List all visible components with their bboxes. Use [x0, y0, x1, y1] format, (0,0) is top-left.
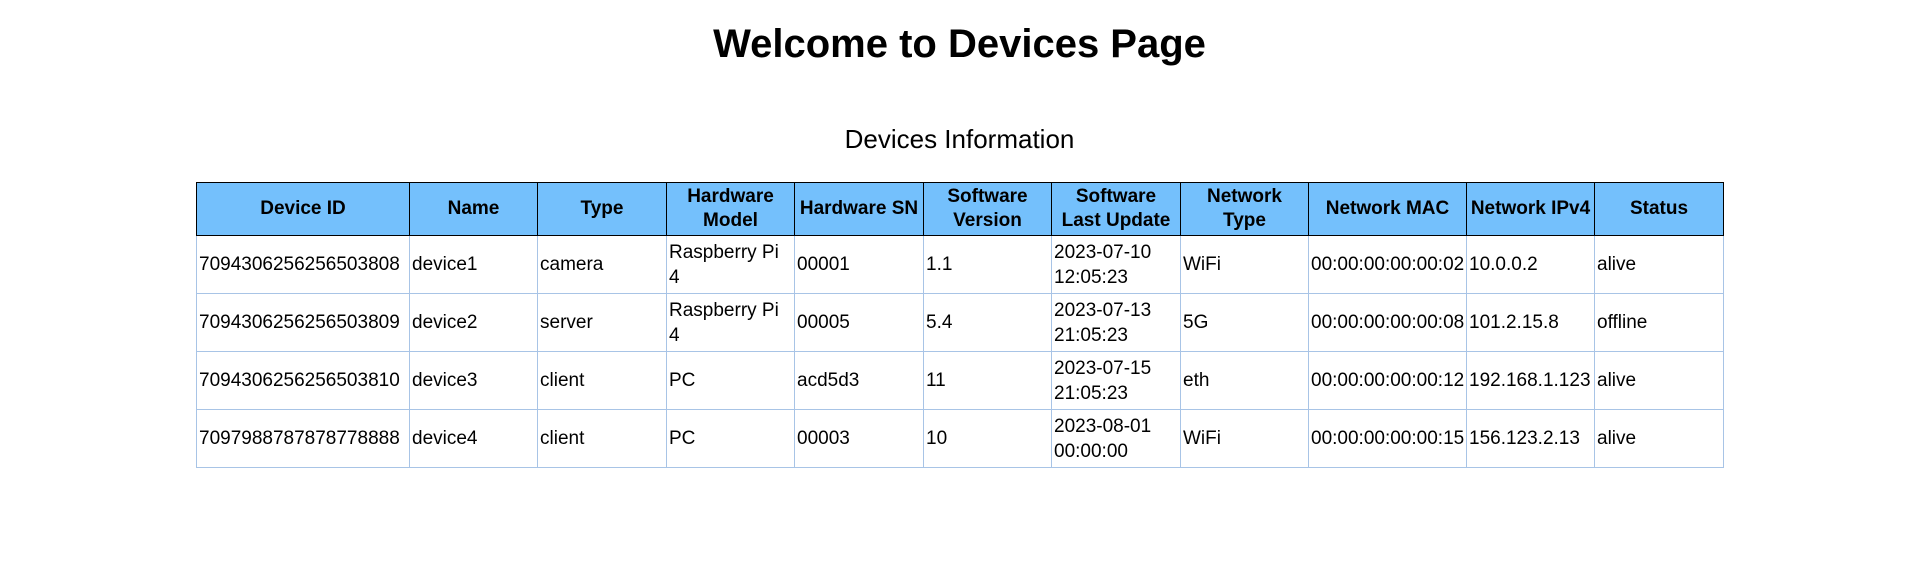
cell-network-type: WiFi — [1180, 235, 1309, 294]
cell-network-mac: 00:00:00:00:00:02 — [1308, 235, 1467, 294]
cell-status: alive — [1594, 351, 1724, 410]
cell-network-mac: 00:00:00:00:00:08 — [1308, 293, 1467, 352]
cell-software-version: 1.1 — [923, 235, 1052, 294]
cell-type: server — [537, 293, 667, 352]
column-header-status: Status — [1594, 182, 1724, 236]
cell-name: device3 — [409, 351, 538, 410]
cell-device-id: 7094306256256503809 — [196, 293, 410, 352]
cell-status: offline — [1594, 293, 1724, 352]
cell-network-type: 5G — [1180, 293, 1309, 352]
cell-type: client — [537, 351, 667, 410]
cell-network-ipv4: 156.123.2.13 — [1466, 409, 1595, 468]
cell-hardware-sn: 00001 — [794, 235, 924, 294]
cell-type: client — [537, 409, 667, 468]
cell-hardware-sn: 00003 — [794, 409, 924, 468]
cell-hardware-sn: 00005 — [794, 293, 924, 352]
cell-software-version: 11 — [923, 351, 1052, 410]
page-title: Welcome to Devices Page — [713, 22, 1206, 66]
cell-network-ipv4: 192.168.1.123 — [1466, 351, 1595, 410]
cell-name: device1 — [409, 235, 538, 294]
cell-software-last-update: 2023-08-01 00:00:00 — [1051, 409, 1181, 468]
cell-hardware-model: PC — [666, 409, 795, 468]
cell-status: alive — [1594, 409, 1724, 468]
table-row: 7097988787878778888 device4 client PC 00003 1… — [196, 409, 1724, 468]
cell-software-version: 5.4 — [923, 293, 1052, 352]
table-header-row: Device ID Name Type Hardware Model Hardware … — [196, 182, 1724, 236]
cell-device-id: 7094306256256503808 — [196, 235, 410, 294]
cell-network-mac: 00:00:00:00:00:15 — [1308, 409, 1467, 468]
cell-hardware-model: PC — [666, 351, 795, 410]
column-header-hardware-model: Hardware Model — [666, 182, 795, 236]
column-header-software-version: Software Version — [923, 182, 1052, 236]
table-caption: Devices Information — [844, 124, 1075, 154]
cell-network-ipv4: 101.2.15.8 — [1466, 293, 1595, 352]
cell-name: device4 — [409, 409, 538, 468]
cell-network-type: eth — [1180, 351, 1309, 410]
column-header-device-id: Device ID — [196, 182, 410, 236]
cell-type: camera — [537, 235, 667, 294]
cell-name: device2 — [409, 293, 538, 352]
column-header-hardware-sn: Hardware SN — [794, 182, 924, 236]
cell-software-last-update: 2023-07-13 21:05:23 — [1051, 293, 1181, 352]
table-row: 7094306256256503809 device2 server Raspberr… — [196, 293, 1724, 352]
column-header-name: Name — [409, 182, 538, 236]
cell-network-ipv4: 10.0.0.2 — [1466, 235, 1595, 294]
cell-hardware-model: Raspberry Pi 4 — [666, 235, 795, 294]
column-header-network-ipv4: Network IPv4 — [1466, 182, 1595, 236]
column-header-software-last-update: Software Last Update — [1051, 182, 1181, 236]
cell-software-last-update: 2023-07-10 12:05:23 — [1051, 235, 1181, 294]
column-header-network-mac: Network MAC — [1308, 182, 1467, 236]
cell-device-id: 7097988787878778888 — [196, 409, 410, 468]
devices-table: Device ID Name Type Hardware Model Hardware … — [196, 182, 1724, 468]
cell-device-id: 7094306256256503810 — [196, 351, 410, 410]
table-row: 7094306256256503808 device1 camera Raspberr… — [196, 235, 1724, 294]
table-row: 7094306256256503810 device3 client PC acd5d3… — [196, 351, 1724, 410]
column-header-network-type: Network Type — [1180, 182, 1309, 236]
cell-network-mac: 00:00:00:00:00:12 — [1308, 351, 1467, 410]
cell-hardware-sn: acd5d3 — [794, 351, 924, 410]
column-header-type: Type — [537, 182, 667, 236]
cell-hardware-model: Raspberry Pi 4 — [666, 293, 795, 352]
cell-status: alive — [1594, 235, 1724, 294]
cell-software-last-update: 2023-07-15 21:05:23 — [1051, 351, 1181, 410]
cell-network-type: WiFi — [1180, 409, 1309, 468]
cell-software-version: 10 — [923, 409, 1052, 468]
